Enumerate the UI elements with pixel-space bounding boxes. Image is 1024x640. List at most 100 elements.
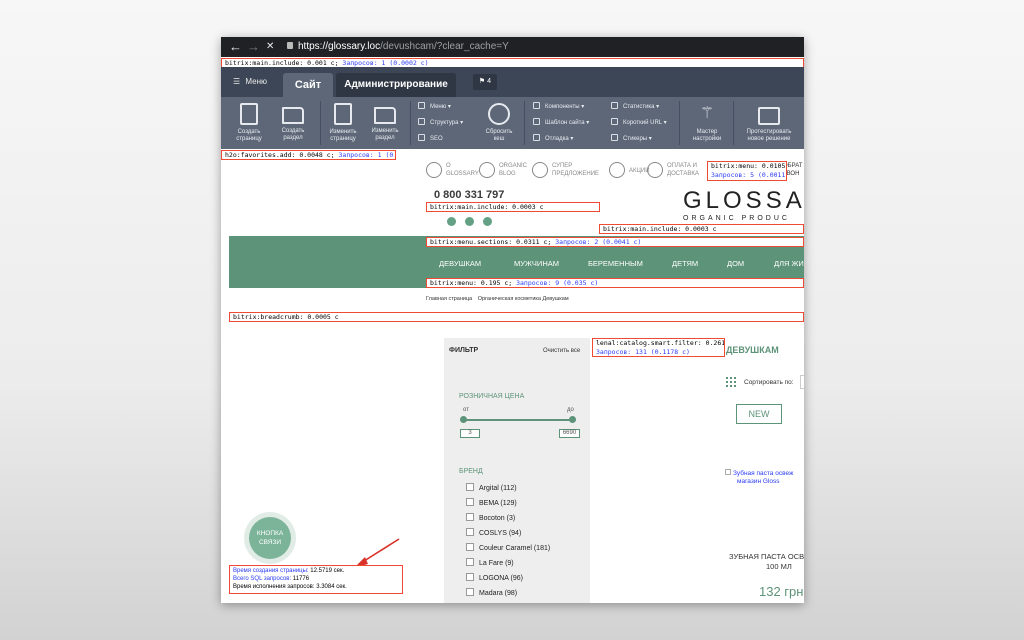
sort-select[interactable] xyxy=(800,375,804,389)
toplink-about[interactable]: О GLOSSARY xyxy=(426,162,479,178)
create-page-button[interactable]: Создать страницу xyxy=(227,99,271,143)
debug-queries: Запросов: 1 (0.0002 с) xyxy=(342,59,429,67)
toplink-blog[interactable]: ORGANIC BLOG xyxy=(479,162,527,178)
forward-icon[interactable]: → xyxy=(247,40,260,54)
checkbox[interactable] xyxy=(466,528,474,536)
seo-button[interactable]: SEO xyxy=(418,134,443,142)
checkbox[interactable] xyxy=(466,573,474,581)
edit-section-button[interactable]: Изменить раздел xyxy=(363,99,407,142)
debug-text: bitrix:menu: 0.0105 с; xyxy=(711,162,786,170)
toolbar-divider xyxy=(733,101,734,145)
toplink-delivery[interactable]: ОПЛАТА И ДОСТАВКА xyxy=(647,162,699,178)
clear-cache-button[interactable]: Сбросить кеш xyxy=(477,99,521,143)
instagram-icon[interactable] xyxy=(483,217,492,226)
brand-label: BEMA (129) xyxy=(479,500,517,507)
new-badge[interactable]: NEW xyxy=(736,404,782,424)
structure-dropdown[interactable]: Структура ▾ xyxy=(418,118,463,126)
grid-view-icon[interactable] xyxy=(726,377,736,387)
statistics-dropdown[interactable]: Статистика ▾ xyxy=(611,102,659,110)
nav-item-home[interactable]: ДОМ xyxy=(727,259,744,268)
nav-item-pregnant[interactable]: БЕРЕМЕННЫМ xyxy=(588,259,643,268)
brand-option[interactable]: La Fare (9) xyxy=(466,558,514,567)
product-name[interactable]: ЗУБНАЯ ПАСТА ОСВЕЖ xyxy=(729,552,804,562)
brand-option[interactable]: BEMA (129) xyxy=(466,498,517,507)
toolbar-small-label: Шаблон сайта xyxy=(545,120,585,126)
edit-page-button[interactable]: Изменить страницу xyxy=(321,99,365,143)
nav-item-men[interactable]: МУЖЧИНАМ xyxy=(514,259,559,268)
brand-section-title[interactable]: БРЕНД xyxy=(459,468,483,475)
stop-loading-icon[interactable]: ✕ xyxy=(266,40,274,54)
stickers-dropdown[interactable]: Стикеры ▾ xyxy=(611,134,652,142)
brand-option[interactable]: Argital (112) xyxy=(466,483,517,492)
toolbar-label: Изменить xyxy=(371,128,399,134)
phone-number[interactable]: 0 800 331 797 xyxy=(434,189,504,201)
admin-menu-label: Меню xyxy=(245,77,268,86)
nav-item-women[interactable]: ДЕВУШКАМ xyxy=(439,259,481,268)
checkbox[interactable] xyxy=(466,483,474,491)
create-section-button[interactable]: Создать раздел xyxy=(271,99,315,142)
back-icon[interactable]: ← xyxy=(229,40,242,54)
facebook-icon[interactable] xyxy=(447,217,456,226)
checkbox[interactable] xyxy=(466,558,474,566)
price-from-label: от xyxy=(463,407,469,413)
url-host: https://glossary.loc xyxy=(298,41,381,52)
toplink-super-offer[interactable]: СУПЕР ПРЕДЛОЖЕНИЕ xyxy=(532,162,599,178)
product-image[interactable]: Зубная паста освеж магазин Gloss xyxy=(725,469,793,486)
hamburger-icon: ☰ xyxy=(233,77,241,86)
site-template-dropdown[interactable]: Шаблон сайта ▾ xyxy=(533,118,589,126)
site-logo[interactable]: GLOSSAR xyxy=(683,187,804,215)
tab-administration[interactable]: Администрирование xyxy=(336,73,456,97)
contact-button-label: КНОПКА xyxy=(256,530,284,537)
checkbox[interactable] xyxy=(466,513,474,521)
debug-main-include-3: bitrix:main.include: 0.0003 с xyxy=(599,224,804,234)
debug-queries: Запросов: 5 (0.0011 с) xyxy=(711,171,786,179)
debug-breadcrumb: bitrix:breadcrumb: 0.0005 с xyxy=(229,312,804,322)
clear-filters-link[interactable]: Очистить все xyxy=(543,348,580,354)
tab-site[interactable]: Сайт xyxy=(283,73,333,97)
checkbox[interactable] xyxy=(466,543,474,551)
nav-item-more[interactable]: ДЛЯ ЖИ xyxy=(774,259,804,268)
checkbox[interactable] xyxy=(466,498,474,506)
brand-option[interactable]: Couleur Caramel (181) xyxy=(466,543,550,552)
price-slider-track[interactable] xyxy=(463,419,572,421)
toolbar-label: Создать xyxy=(281,128,305,134)
notification-count: 4 xyxy=(487,78,492,85)
new-folder-icon xyxy=(282,107,304,124)
test-new-solution-button[interactable]: Протестировать новое решение xyxy=(738,99,800,143)
price-slider-min-handle[interactable] xyxy=(460,416,467,423)
brand-option[interactable]: Bocoton (3) xyxy=(466,513,515,522)
product-volume: 100 МЛ xyxy=(766,562,792,571)
price-slider-max-handle[interactable] xyxy=(569,416,576,423)
price-min-input[interactable]: 3 xyxy=(460,429,480,438)
broken-image-icon xyxy=(725,469,731,475)
query-time-label: Время исполнения запросов: xyxy=(233,584,315,590)
brand-option[interactable]: COSLYS (94) xyxy=(466,528,521,537)
truck-icon xyxy=(647,162,663,178)
debug-menu-top: bitrix:menu: 0.0105 с; Запросов: 5 (0.00… xyxy=(707,161,787,181)
browser-address-bar: ← → ✕ https://glossary.loc/devushcam/?cl… xyxy=(221,37,804,57)
short-url-dropdown[interactable]: Короткий URL ▾ xyxy=(611,118,667,126)
brand-option[interactable]: LOGONA (96) xyxy=(466,573,523,582)
price-max-input[interactable]: 6690 xyxy=(559,429,580,438)
toolbar-label: Создать xyxy=(237,129,261,135)
admin-menu-button[interactable]: ☰ Меню xyxy=(233,77,267,86)
debug-dropdown[interactable]: Отладка ▾ xyxy=(533,134,573,142)
price-section-title[interactable]: РОЗНИЧНАЯ ЦЕНА xyxy=(459,393,524,400)
breadcrumb-current: Органическая косметика Девушкам xyxy=(477,296,569,302)
settings-wizard-button[interactable]: ⚚ Мастер настройки xyxy=(685,99,729,143)
nav-item-kids[interactable]: ДЕТЯМ xyxy=(672,259,698,268)
breadcrumb-home[interactable]: Главная страница xyxy=(426,296,472,302)
contact-button[interactable]: КНОПКА СВЯЗИ xyxy=(249,517,291,559)
toolbar-small-label: SEO xyxy=(430,136,443,142)
debug-main-include-2: bitrix:main.include: 0.0003 с xyxy=(426,202,600,212)
brand-label: La Fare (9) xyxy=(479,560,514,567)
notifications-button[interactable]: ⚑ 4 xyxy=(473,74,497,90)
debug-text: bitrix:menu: 0.195 с; xyxy=(430,279,513,287)
components-dropdown[interactable]: Компоненты ▾ xyxy=(533,102,584,110)
toolbar-label: новое решение xyxy=(747,136,791,142)
url-field[interactable]: https://glossary.loc/devushcam/?clear_ca… xyxy=(287,41,509,52)
brand-option[interactable]: Madara (98) xyxy=(466,588,517,597)
menu-dropdown[interactable]: Меню ▾ xyxy=(418,102,451,110)
vk-icon[interactable] xyxy=(465,217,474,226)
checkbox[interactable] xyxy=(466,588,474,596)
